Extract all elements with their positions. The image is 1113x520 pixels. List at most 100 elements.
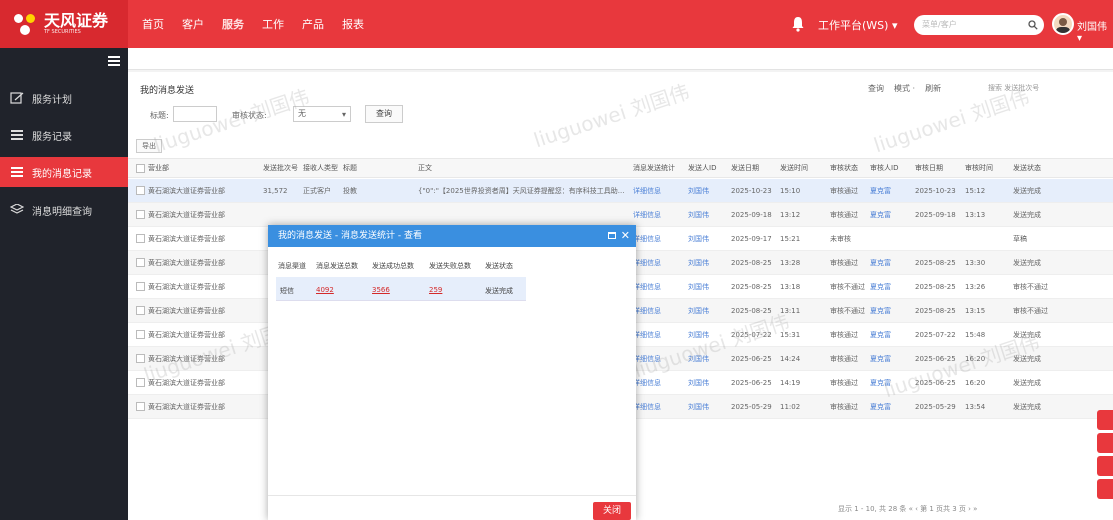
cell-sender[interactable]: 刘国伟 xyxy=(688,179,728,203)
logo[interactable]: 天风证券 TF SECURITIES xyxy=(0,0,128,48)
mode-tool-button[interactable]: 模式 · xyxy=(894,83,915,94)
cell-date: 2025-06-25 xyxy=(731,355,772,363)
fail-count-link[interactable]: 259 xyxy=(429,286,442,294)
column-header[interactable]: 审核时间 xyxy=(965,158,993,178)
nav-home[interactable]: 首页 xyxy=(140,13,166,35)
select-all-checkbox[interactable] xyxy=(136,164,145,173)
close-button[interactable]: 关闭 xyxy=(593,502,631,520)
column-header[interactable]: 审核人ID xyxy=(870,158,898,178)
status-filter-select[interactable]: 无 ▾ xyxy=(293,106,351,122)
row-checkbox[interactable] xyxy=(136,186,145,195)
brand-name: 天风证券 xyxy=(44,11,109,30)
row-checkbox[interactable] xyxy=(136,258,145,267)
cell-auditor[interactable]: 夏克富 xyxy=(870,347,912,371)
workbench-dropdown[interactable]: 工作平台(WS) ▾ xyxy=(818,17,897,33)
cell-auditor[interactable]: 夏克富 xyxy=(870,179,912,203)
column-header[interactable]: 标题 xyxy=(343,158,357,178)
nav-customers[interactable]: 客户 xyxy=(180,13,206,35)
table-row[interactable]: 黄石湖滨大道证券营业部 31,572 正式客户 投教 {"0":"【2025世界投资者周… xyxy=(128,179,1113,203)
cell-stat[interactable]: 详细信息 xyxy=(633,371,683,395)
cell-sender[interactable]: 刘国伟 xyxy=(688,347,728,371)
cell-stat[interactable]: 详细信息 xyxy=(633,275,683,299)
cell-sender[interactable]: 刘国伟 xyxy=(688,323,728,347)
cell-auditor[interactable]: 夏克富 xyxy=(870,251,912,275)
query-tool-button[interactable]: 查询 xyxy=(868,83,884,94)
nav-service[interactable]: 服务 xyxy=(220,13,246,35)
cell-sender[interactable]: 刘国伟 xyxy=(688,275,728,299)
cell-sender[interactable]: 刘国伟 xyxy=(688,395,728,419)
batch-search-input[interactable]: 搜索 发送批次号 xyxy=(988,83,1039,93)
column-header[interactable]: 审核状态 xyxy=(830,158,858,178)
row-checkbox[interactable] xyxy=(136,330,145,339)
settings-float-icon[interactable] xyxy=(1097,456,1113,476)
row-checkbox[interactable] xyxy=(136,378,145,387)
cell-auditor[interactable]: 夏克富 xyxy=(870,323,912,347)
cell-sender[interactable]: 刘国伟 xyxy=(688,371,728,395)
row-checkbox[interactable] xyxy=(136,282,145,291)
menu-toggle-icon[interactable] xyxy=(108,56,120,66)
cell-stat[interactable]: 详细信息 xyxy=(633,347,683,371)
row-checkbox[interactable] xyxy=(136,306,145,315)
brand-subtitle: TF SECURITIES xyxy=(44,29,81,35)
column-header[interactable]: 发送状态 xyxy=(1013,158,1041,178)
column-header[interactable]: 审核日期 xyxy=(915,158,943,178)
total-count-link[interactable]: 4092 xyxy=(316,286,334,294)
row-checkbox[interactable] xyxy=(136,210,145,219)
column-header[interactable]: 发送时间 xyxy=(780,158,808,178)
title-filter-input[interactable] xyxy=(173,106,217,122)
cell-atime: 13:15 xyxy=(965,307,986,315)
cell-stat[interactable]: 详细信息 xyxy=(633,179,683,203)
edit-float-icon[interactable] xyxy=(1097,410,1113,430)
success-count-link[interactable]: 3566 xyxy=(372,286,390,294)
bell-icon[interactable] xyxy=(791,16,805,32)
table-row[interactable]: 黄石湖滨大道证券营业部 详细信息 刘国伟 2025-09-18 13:12 审核通过 夏克富… xyxy=(128,203,1113,227)
cell-stat[interactable]: 详细信息 xyxy=(633,299,683,323)
cell-sender[interactable]: 刘国伟 xyxy=(688,203,728,227)
nav-reports[interactable]: 报表 xyxy=(340,13,366,35)
cell-audit: 审核不通过 xyxy=(830,307,865,315)
cell-stat[interactable]: 详细信息 xyxy=(633,227,683,251)
cell-auditor[interactable]: 夏克富 xyxy=(870,275,912,299)
sidebar-item-service-records[interactable]: 服务记录 xyxy=(0,120,128,150)
column-header[interactable]: 正文 xyxy=(418,158,432,178)
search-icon[interactable] xyxy=(1028,20,1038,30)
nav-products[interactable]: 产品 xyxy=(300,13,326,35)
column-header[interactable]: 接收人类型 xyxy=(303,158,338,178)
cell-auditor[interactable]: 夏克富 xyxy=(870,371,912,395)
maximize-icon[interactable] xyxy=(608,232,616,239)
cell-auditor[interactable]: 夏克富 xyxy=(870,299,912,323)
close-icon[interactable]: ✕ xyxy=(621,225,630,247)
cell-auditor[interactable]: 夏克富 xyxy=(870,203,912,227)
cell-stat[interactable]: 详细信息 xyxy=(633,203,683,227)
sidebar-item-service-plan[interactable]: 服务计划 xyxy=(0,83,128,113)
cell-stat[interactable]: 详细信息 xyxy=(633,395,683,419)
export-button[interactable]: 导出 xyxy=(136,139,162,153)
cell-auditor[interactable]: 夏克富 xyxy=(870,395,912,419)
row-checkbox[interactable] xyxy=(136,402,145,411)
column-header[interactable]: 消息发送统计 xyxy=(633,158,675,178)
pagination[interactable]: 显示 1 - 10, 共 28 条 « ‹ 第 1 页共 3 页 › » xyxy=(838,504,977,514)
column-header[interactable]: 发送批次号 xyxy=(263,158,298,178)
back-top-icon[interactable] xyxy=(1097,479,1113,499)
cell-batch: 31,572 xyxy=(263,187,288,195)
column-header[interactable]: 发送人ID xyxy=(688,158,716,178)
cell-sender[interactable]: 刘国伟 xyxy=(688,227,728,251)
cell-stat[interactable]: 详细信息 xyxy=(633,323,683,347)
menu-search-input[interactable]: 菜单/客户 xyxy=(914,15,1044,35)
avatar[interactable] xyxy=(1052,13,1074,35)
user-menu[interactable]: 刘国伟 ▾ xyxy=(1077,18,1113,44)
cell-stat[interactable]: 详细信息 xyxy=(633,251,683,275)
sidebar-item-message-detail-query[interactable]: 消息明细查询 xyxy=(0,195,128,225)
info-float-icon[interactable] xyxy=(1097,433,1113,453)
column-header[interactable]: 营业部 xyxy=(148,158,169,178)
cell-sender[interactable]: 刘国伟 xyxy=(688,251,728,275)
nav-work[interactable]: 工作 xyxy=(260,13,286,35)
cell-atime: 16:20 xyxy=(965,355,986,363)
sidebar-item-my-messages[interactable]: 我的消息记录 xyxy=(0,157,128,187)
cell-sender[interactable]: 刘国伟 xyxy=(688,299,728,323)
row-checkbox[interactable] xyxy=(136,354,145,363)
refresh-tool-button[interactable]: 刷新 xyxy=(925,83,941,94)
column-header[interactable]: 发送日期 xyxy=(731,158,759,178)
query-button[interactable]: 查询 xyxy=(365,105,403,123)
row-checkbox[interactable] xyxy=(136,234,145,243)
